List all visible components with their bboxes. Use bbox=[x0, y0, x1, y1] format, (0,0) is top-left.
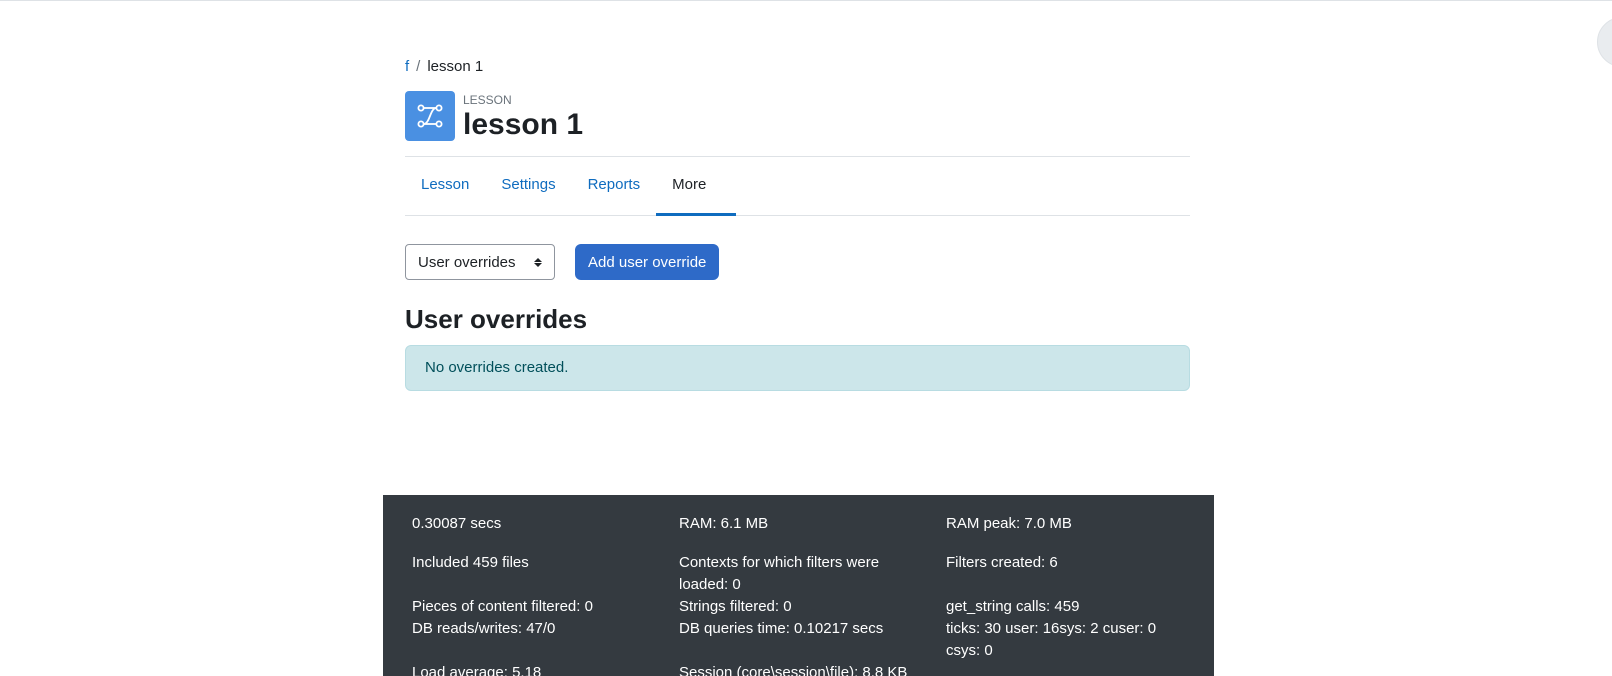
section-title: User overrides bbox=[405, 304, 588, 334]
secondary-navigation: Lesson Settings Reports More bbox=[405, 156, 1190, 216]
perf-load-average: Load average: 5.18 bbox=[412, 664, 542, 676]
perf-empty bbox=[946, 662, 1213, 676]
perf-ram: RAM: 6.1 MB bbox=[679, 515, 769, 532]
perf-ram-peak: RAM peak: 7.0 MB bbox=[946, 515, 1072, 532]
page-title: lesson 1 bbox=[463, 108, 584, 141]
page-kicker: LESSON bbox=[463, 93, 512, 107]
drawer-toggle-button[interactable] bbox=[1597, 17, 1612, 67]
perf-included-files: Included 459 files bbox=[412, 554, 529, 571]
overrides-type-select[interactable]: User overrides bbox=[405, 244, 555, 280]
select-arrows-icon bbox=[534, 257, 542, 267]
breadcrumb-current: lesson 1 bbox=[427, 58, 484, 75]
breadcrumb: f / lesson 1 bbox=[405, 58, 483, 75]
perf-strings-db-time: Strings filtered: 0 DB queries time: 0.1… bbox=[679, 598, 884, 637]
tab-settings[interactable]: Settings bbox=[485, 157, 571, 215]
perf-get-string-ticks: get_string calls: 459 ticks: 30 user: 16… bbox=[946, 598, 1157, 659]
performance-info: 0.30087 secs RAM: 6.1 MB RAM peak: 7.0 M… bbox=[412, 513, 1212, 676]
perf-session: Session (core\session\file): 8.8 KB bbox=[679, 664, 908, 676]
performance-footer: 0.30087 secs RAM: 6.1 MB RAM peak: 7.0 M… bbox=[383, 495, 1214, 676]
overrides-controls: User overrides Add user override bbox=[405, 244, 720, 280]
perf-time: 0.30087 secs bbox=[412, 515, 502, 532]
perf-filters-created: Filters created: 6 bbox=[946, 554, 1058, 571]
page-header: LESSON lesson 1 bbox=[405, 91, 583, 143]
perf-filter-contexts: Contexts for which filters were loaded: … bbox=[679, 554, 880, 593]
tab-lesson[interactable]: Lesson bbox=[405, 157, 485, 215]
breadcrumb-course-link[interactable]: f bbox=[405, 58, 409, 75]
tab-more[interactable]: More bbox=[656, 157, 737, 216]
lesson-path-icon bbox=[405, 91, 455, 141]
add-user-override-button[interactable]: Add user override bbox=[575, 244, 720, 280]
perf-content-db: Pieces of content filtered: 0 DB reads/w… bbox=[412, 598, 593, 637]
breadcrumb-separator: / bbox=[416, 58, 421, 75]
select-value: User overrides bbox=[418, 253, 516, 271]
tab-reports[interactable]: Reports bbox=[572, 157, 657, 215]
no-overrides-notice: No overrides created. bbox=[405, 345, 1190, 391]
page: f / lesson 1 LESSON lesson 1 Lesson Sett… bbox=[0, 0, 1612, 676]
